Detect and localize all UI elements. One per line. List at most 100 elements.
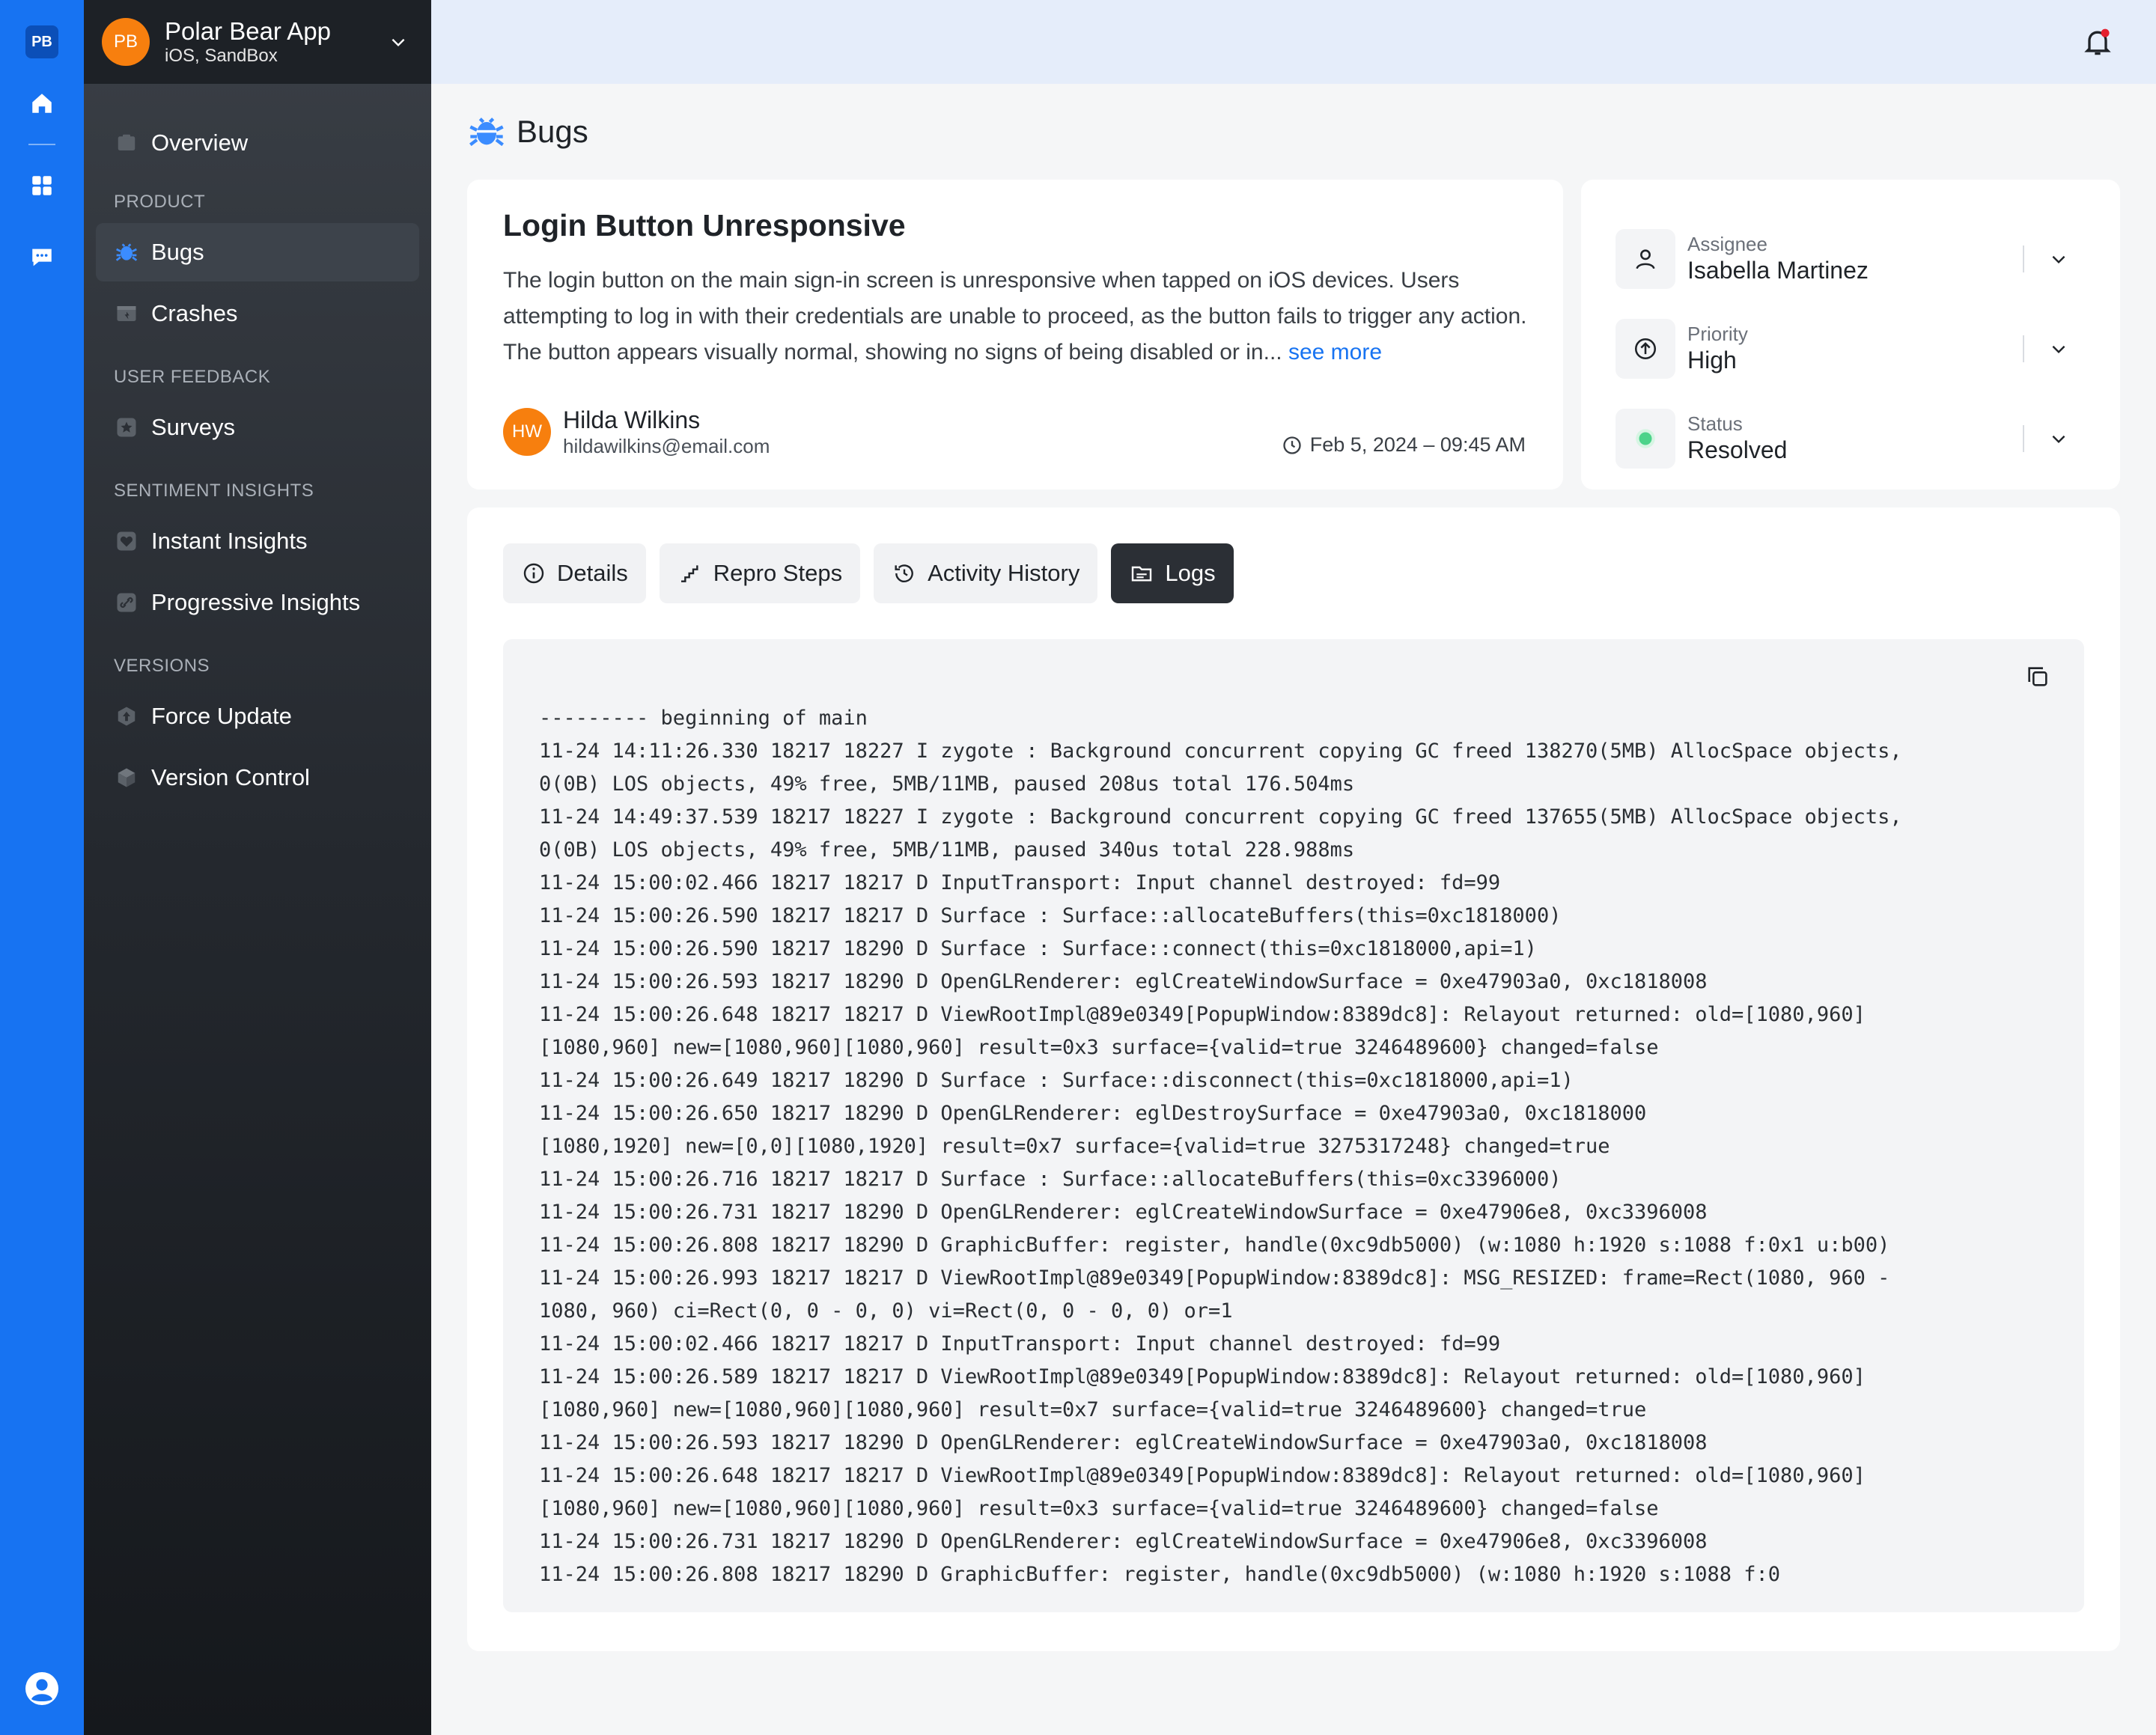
rail-divider [28,144,55,145]
star-icon [114,415,139,440]
bug-detail-card: Details Repro Steps Activity History Log… [467,507,2120,1651]
log-line: --------- beginning of main [539,707,868,730]
bug-icon [467,112,506,151]
upload-icon [114,704,139,729]
log-viewer[interactable]: --------- beginning of main 11-24 14:11:… [503,639,2084,1612]
tab-activity-history[interactable]: Activity History [874,543,1098,603]
reporter: HW Hilda Wilkins hildawilkins@email.com [503,406,770,458]
sidebar-item-label: Surveys [151,414,235,440]
page-title-text: Bugs [517,114,588,149]
app-environment: iOS, SandBox [165,46,278,66]
sidebar-item-instant-insights[interactable]: Instant Insights [96,512,419,570]
divider [2023,246,2024,272]
sidebar-item-crashes[interactable]: Crashes [96,284,419,343]
status-select[interactable]: Status Resolved [1616,394,2086,484]
tab-label: Repro Steps [713,560,843,586]
steps-icon [677,561,703,586]
tab-label: Logs [1165,560,1216,586]
bug-meta-card: Assignee Isabella Martinez Priority High… [1581,180,2120,490]
nav-group-sentiment-insights: SENTIMENT INSIGHTS [114,481,314,501]
divider [2023,335,2024,362]
tab-details[interactable]: Details [503,543,646,603]
arrow-up-circle-icon [1616,319,1675,379]
chat-icon[interactable] [21,237,63,278]
sidebar-item-bugs[interactable]: Bugs [96,223,419,281]
priority-select[interactable]: Priority High [1616,304,2086,394]
priority-value: High [1687,347,1737,373]
log-line: 11-24 15:00:26.993 18217 18217 D ViewRoo… [539,1266,1890,1290]
crash-icon [114,301,139,326]
divider [2023,425,2024,452]
grid-icon[interactable] [21,165,63,207]
log-line: 11-24 15:00:26.648 18217 18217 D ViewRoo… [539,1003,1866,1026]
home-icon[interactable] [21,82,63,124]
log-line: 11-24 15:00:26.731 18217 18290 D OpenGLR… [539,1201,1708,1224]
log-line: 11-24 15:00:26.808 18217 18290 D Graphic… [539,1234,1890,1257]
bug-timestamp: Feb 5, 2024 – 09:45 AM [1282,433,1526,457]
bug-icon [114,240,139,265]
user-circle-icon[interactable] [21,1668,63,1710]
status-value: Resolved [1687,436,1788,463]
sidebar: PB Polar Bear App iOS, SandBox Overview … [84,0,431,1735]
log-line: 11-24 15:00:02.466 18217 18217 D InputTr… [539,871,1501,894]
sidebar-item-force-update[interactable]: Force Update [96,687,419,745]
priority-label: Priority [1687,323,1748,345]
log-line: 11-24 15:00:02.466 18217 18217 D InputTr… [539,1332,1501,1356]
nav-group-versions: VERSIONS [114,656,210,676]
log-line: [1080,960] new=[1080,960][1080,960] resu… [539,1497,1659,1520]
log-line: 11-24 15:00:26.589 18217 18217 D ViewRoo… [539,1365,1866,1388]
log-line: 11-24 15:00:26.650 18217 18290 D OpenGLR… [539,1102,1647,1125]
log-line: 11-24 15:00:26.593 18217 18290 D OpenGLR… [539,970,1708,993]
app-avatar: PB [102,18,150,66]
log-line: [1080,1920] new=[0,0][1080,1920] result=… [539,1135,1610,1158]
log-line: 1080, 960) ci=Rect(0, 0 - 0, 0) vi=Rect(… [539,1299,1233,1323]
see-more-link[interactable]: see more [1288,340,1382,365]
reporter-name: Hilda Wilkins [563,406,701,433]
chevron-down-icon[interactable] [2044,424,2074,454]
page-title: Bugs [467,109,588,154]
sidebar-nav: Overview PRODUCT Bugs Crashes USER FEEDB… [84,84,431,807]
cube-icon [114,765,139,790]
sidebar-item-label: Instant Insights [151,528,308,554]
status-dot-icon [1616,409,1675,469]
history-icon [892,561,917,586]
clock-icon [1282,435,1303,456]
bell-icon[interactable] [2081,25,2114,58]
log-line: 11-24 15:00:26.731 18217 18290 D OpenGLR… [539,1530,1708,1553]
log-line: 11-24 15:00:26.593 18217 18290 D OpenGLR… [539,1431,1708,1454]
link-icon [114,590,139,615]
user-icon [1616,229,1675,289]
sidebar-item-label: Overview [151,129,249,156]
app-switcher[interactable]: PB Polar Bear App iOS, SandBox [84,0,431,84]
assignee-select[interactable]: Assignee Isabella Martinez [1616,214,2086,304]
top-bar [431,0,2156,84]
tab-repro-steps[interactable]: Repro Steps [659,543,861,603]
bug-title: Login Button Unresponsive [503,208,906,243]
overview-icon [114,130,139,156]
log-line: 11-24 15:00:26.590 18217 18217 D Surface… [539,904,1562,927]
chevron-down-icon[interactable] [2044,244,2074,274]
sidebar-item-progressive-insights[interactable]: Progressive Insights [96,573,419,632]
nav-group-user-feedback: USER FEEDBACK [114,367,271,387]
tab-logs[interactable]: Logs [1111,543,1234,603]
tab-label: Activity History [928,560,1080,586]
reporter-email: hildawilkins@email.com [563,435,770,457]
heart-icon [114,528,139,554]
log-line: 11-24 14:11:26.330 18217 18227 I zygote … [539,740,1902,763]
nav-group-product: PRODUCT [114,192,206,212]
bug-summary-card: Login Button Unresponsive The login butt… [467,180,1563,490]
sidebar-item-label: Bugs [151,239,204,265]
workspace-logo[interactable]: PB [25,25,58,58]
copy-icon[interactable] [2021,660,2054,693]
sidebar-item-overview[interactable]: Overview [96,114,419,172]
log-line: 11-24 15:00:26.808 18217 18290 D Graphic… [539,1563,1781,1586]
log-line: 11-24 15:00:26.649 18217 18290 D Surface… [539,1069,1574,1092]
chevron-down-icon[interactable] [2044,334,2074,364]
sidebar-item-surveys[interactable]: Surveys [96,398,419,457]
log-line: 11-24 15:00:26.590 18217 18290 D Surface… [539,937,1537,960]
assignee-label: Assignee [1687,233,1767,255]
sidebar-item-version-control[interactable]: Version Control [96,748,419,807]
log-line: 11-24 15:00:26.716 18217 18217 D Surface… [539,1168,1562,1191]
chevron-down-icon[interactable] [383,27,413,57]
assignee-value: Isabella Martinez [1687,257,1869,284]
